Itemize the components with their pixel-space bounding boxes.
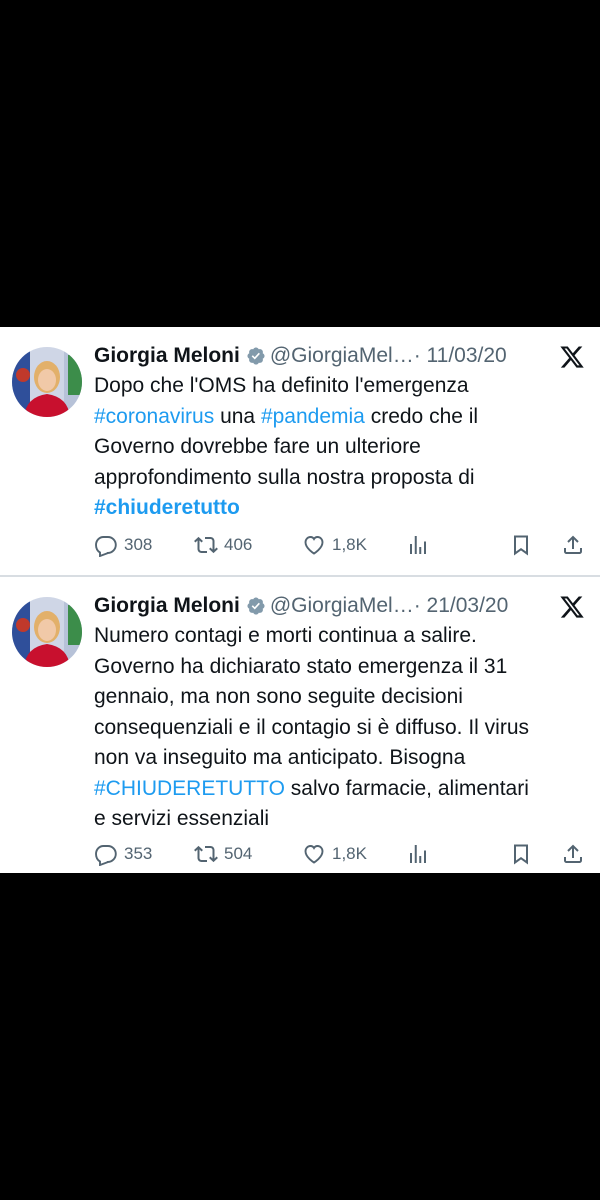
tweet-header: Giorgia Meloni @GiorgiaMel…· 21/03/20 (94, 591, 564, 621)
tweet-text-segment: Dopo che l'OMS ha definito l'emergenza (94, 374, 469, 397)
tweet-text-segment: credo che il (364, 404, 479, 428)
tweet-date[interactable]: · 11/03/20 (414, 344, 507, 367)
reply-icon (95, 845, 117, 866)
share-button[interactable] (561, 839, 585, 869)
tweet-text-line: #coronavirus una #pandemia credo che il (94, 402, 589, 433)
tweet-text-line: consequenziali e il contagio si è diffus… (94, 713, 589, 744)
tweet-text-segment: Numero contagi e morti continua a salire… (94, 624, 477, 647)
like-count: 1,8K (332, 535, 367, 554)
reply-count: 353 (124, 844, 153, 863)
x-logo-icon (559, 594, 585, 620)
bookmark-icon (514, 535, 528, 556)
tweet-text-line: e servizi essenziali (94, 804, 589, 835)
retweet-icon (194, 845, 218, 863)
share-button[interactable] (561, 530, 585, 560)
reply-button[interactable]: 308 (94, 530, 152, 560)
hashtag-link[interactable]: #pandemia (261, 405, 365, 428)
avatar[interactable] (12, 597, 82, 667)
tweet-text-line: Numero contagi e morti continua a salire… (94, 621, 589, 652)
tweet-text-segment: Governo ha dichiarato stato emergenza il… (94, 654, 508, 678)
author-name[interactable]: Giorgia Meloni (94, 344, 240, 367)
tweet-text-segment: gennaio, ma non sono seguite decisioni (94, 685, 463, 708)
like-count: 1,8K (332, 844, 367, 863)
like-icon (304, 845, 324, 864)
tweet-text-line: #CHIUDERETUTTO salvo farmacie, alimentar… (94, 774, 589, 805)
reply-count: 308 (124, 535, 153, 554)
verified-badge-icon (246, 346, 266, 366)
retweet-button[interactable]: 406 (194, 530, 252, 560)
tweets-panel: Giorgia Meloni @GiorgiaMel…· 11/03/20 Dop… (0, 327, 600, 873)
tweet-text-line: Governo dovrebbe fare un ulteriore (94, 432, 589, 463)
tweet-actions: 308 406 1,8K (94, 530, 589, 560)
avatar[interactable] (12, 347, 82, 417)
tweet-card[interactable]: Giorgia Meloni @GiorgiaMel…· 11/03/20 Dop… (0, 327, 600, 577)
tweet-text-segment: una (214, 404, 261, 428)
like-icon (304, 536, 324, 555)
author-handle[interactable]: @GiorgiaMel… (270, 594, 414, 617)
tweet-text-line: Governo ha dichiarato stato emergenza il… (94, 652, 589, 683)
tweet-card[interactable]: Giorgia Meloni @GiorgiaMel…· 21/03/20 Num… (0, 577, 600, 873)
views-icon (410, 845, 426, 863)
tweet-actions: 353 504 1,8K (94, 839, 589, 869)
tweet-date[interactable]: · 21/03/20 (414, 594, 509, 617)
views-button[interactable] (406, 839, 430, 869)
retweet-icon (194, 536, 218, 554)
tweet-text-line: #chiuderetutto (94, 493, 589, 524)
reply-icon (95, 536, 117, 557)
bookmark-icon (514, 844, 528, 865)
tweet-text-line: gennaio, ma non sono seguite decisioni (94, 682, 589, 713)
tweet-text: Dopo che l'OMS ha definito l'emergenza #c… (94, 371, 589, 524)
like-button[interactable]: 1,8K (302, 839, 367, 869)
tweet-header: Giorgia Meloni @GiorgiaMel…· 11/03/20 (94, 341, 564, 371)
verified-badge-icon (246, 596, 266, 616)
hashtag-link[interactable]: #CHIUDERETUTTO (94, 777, 285, 800)
author-name[interactable]: Giorgia Meloni (94, 594, 240, 617)
hashtag-link[interactable]: #chiuderetutto (94, 496, 240, 519)
tweet-text-line: approfondimento sulla nostra proposta di (94, 463, 589, 494)
views-icon (410, 536, 426, 554)
retweet-count: 406 (224, 535, 253, 554)
x-logo-icon (559, 344, 585, 370)
tweet-text-line: Dopo che l'OMS ha definito l'emergenza (94, 371, 589, 402)
bookmark-button[interactable] (509, 530, 533, 560)
tweet-text-segment: approfondimento sulla nostra proposta di (94, 465, 475, 489)
reply-button[interactable]: 353 (94, 839, 152, 869)
tweet-text-segment: Governo dovrebbe fare un ulteriore (94, 435, 421, 458)
share-icon (564, 535, 582, 554)
tweet-text-segment: salvo farmacie, alimentari (284, 776, 529, 800)
author-handle[interactable]: @GiorgiaMel… (270, 344, 414, 367)
bookmark-button[interactable] (509, 839, 533, 869)
views-button[interactable] (406, 530, 430, 560)
tweet-text-segment: consequenziali e il contagio si è diffus… (94, 715, 530, 739)
retweet-count: 504 (224, 844, 253, 863)
tweet-text-line: non va inseguito ma anticipato. Bisogna (94, 743, 589, 774)
retweet-button[interactable]: 504 (194, 839, 252, 869)
like-button[interactable]: 1,8K (302, 530, 367, 560)
tweet-text-segment: e servizi essenziali (94, 807, 270, 830)
tweet-text-segment: non va inseguito ma anticipato. Bisogna (94, 746, 466, 769)
tweet-text: Numero contagi e morti continua a salire… (94, 621, 589, 835)
hashtag-link[interactable]: #coronavirus (94, 405, 214, 428)
share-icon (564, 844, 582, 863)
